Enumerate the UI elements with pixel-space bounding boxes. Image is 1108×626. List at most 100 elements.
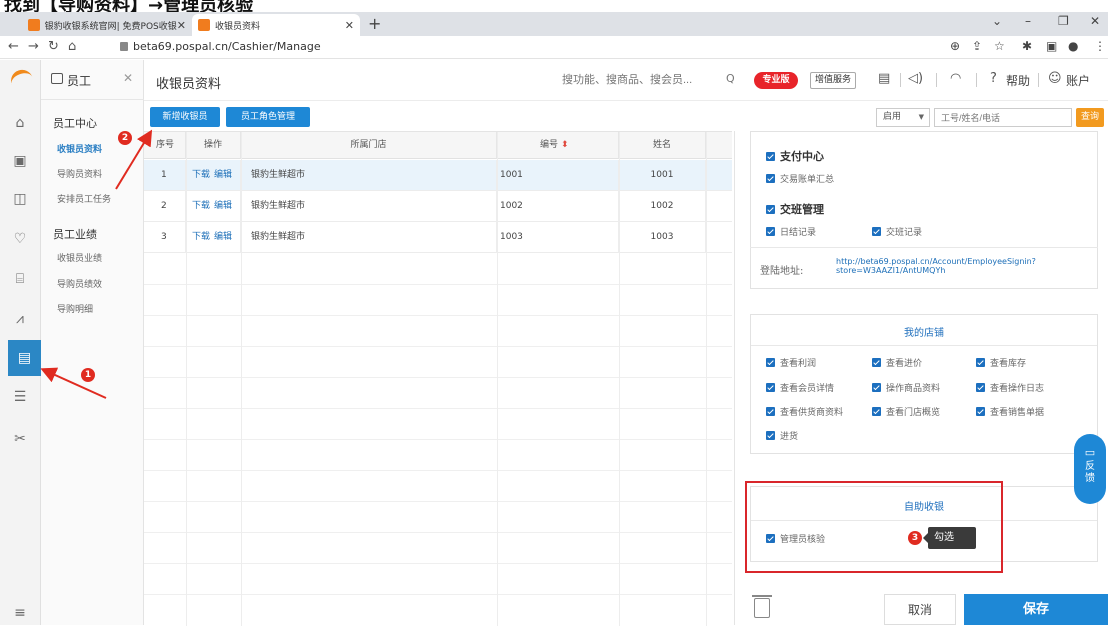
home-nav-icon[interactable]: ⌂ xyxy=(9,112,31,134)
perm-item[interactable]: 操作商品资料 xyxy=(872,381,940,394)
checkbox-checked-icon[interactable] xyxy=(976,407,985,416)
nav-item-cashier-info[interactable]: 收银员资料 xyxy=(57,142,102,155)
nav-item-schedule-tasks[interactable]: 安排员工任务 xyxy=(57,192,111,205)
perm-item[interactable]: 查看库存 xyxy=(976,356,1026,369)
delete-trash-icon[interactable] xyxy=(752,595,772,618)
checkbox-checked-icon[interactable] xyxy=(766,227,775,236)
value-added-services-button[interactable]: 增值服务 xyxy=(810,72,856,89)
close-window-icon[interactable]: ✕ xyxy=(1090,14,1100,28)
profile-icon[interactable]: ● xyxy=(1068,39,1078,53)
status-select[interactable]: 启用 ▼ xyxy=(876,108,930,127)
cashier-nav-icon[interactable]: ▣ xyxy=(9,150,31,172)
back-icon[interactable]: ← xyxy=(8,39,19,54)
tools-nav-icon[interactable]: ✂ xyxy=(9,428,31,450)
perm-pay-summary[interactable]: 交易账单汇总 xyxy=(766,172,834,185)
account-link[interactable]: 账户 xyxy=(1066,72,1090,89)
report-nav-icon[interactable]: ⩘ xyxy=(9,308,31,330)
perm-item[interactable]: 查看进价 xyxy=(872,356,922,369)
employee-search-input[interactable] xyxy=(934,108,1072,127)
minimize-icon[interactable]: – xyxy=(1025,14,1031,28)
bookmark-star-icon[interactable]: ☆ xyxy=(994,39,1005,53)
checkbox-checked-icon[interactable] xyxy=(766,174,775,183)
extensions-icon[interactable]: ✱ xyxy=(1022,39,1032,53)
edit-link[interactable]: 编辑 xyxy=(214,232,232,242)
browser-tab[interactable]: 银豹收银系统官网| 免费POS收银 ✕ xyxy=(22,14,192,36)
sort-icon[interactable]: ⬍ xyxy=(561,140,569,150)
query-button[interactable]: 查询 xyxy=(1076,108,1104,127)
checkbox-checked-icon[interactable] xyxy=(766,358,775,367)
close-tab-icon[interactable]: ✕ xyxy=(345,19,354,32)
perm-item[interactable]: 查看会员详情 xyxy=(766,381,834,394)
download-link[interactable]: 下载 xyxy=(192,201,210,211)
checkbox-checked-icon[interactable] xyxy=(976,383,985,392)
checkbox-checked-icon[interactable] xyxy=(766,431,775,440)
share-icon[interactable]: ⇪ xyxy=(972,39,982,53)
edit-link[interactable]: 编辑 xyxy=(214,170,232,180)
new-tab-icon[interactable]: + xyxy=(368,14,381,33)
table-row[interactable]: 3 下载 编辑 银豹生鲜超市 1003 1003 xyxy=(144,222,732,253)
tab-list-icon[interactable]: ⌄ xyxy=(992,14,1002,28)
checkbox-checked-icon[interactable] xyxy=(872,358,881,367)
global-search-input[interactable] xyxy=(562,70,732,90)
perm-item[interactable]: 查看利润 xyxy=(766,356,816,369)
download-link[interactable]: 下载 xyxy=(192,232,210,242)
perm-pay-center[interactable]: 支付中心 xyxy=(766,148,824,164)
checkbox-checked-icon[interactable] xyxy=(766,205,775,214)
headset-icon[interactable]: ◠ xyxy=(950,71,961,86)
restore-icon[interactable]: ❐ xyxy=(1058,14,1069,28)
perm-item[interactable]: 进货 xyxy=(766,429,798,442)
checkbox-checked-icon[interactable] xyxy=(766,152,775,161)
browser-tab-active[interactable]: 收银员资料 ✕ xyxy=(192,14,360,36)
search-icon[interactable]: Q xyxy=(726,72,735,85)
perm-item[interactable]: 查看门店概览 xyxy=(872,405,940,418)
add-cashier-button[interactable]: 新增收银员 xyxy=(150,107,220,127)
forward-icon[interactable]: → xyxy=(28,39,39,54)
nav-item-guide-performance[interactable]: 导购员绩效 xyxy=(57,277,102,290)
url-field[interactable]: beta69.pospal.cn/Cashier/Manage xyxy=(120,40,321,53)
nav-item-guide-details[interactable]: 导购明细 xyxy=(57,302,93,315)
help-icon[interactable]: ? xyxy=(990,71,997,86)
collapse-nav-icon[interactable]: ≡ xyxy=(9,602,31,624)
download-link[interactable]: 下载 xyxy=(192,170,210,180)
column-header-code[interactable]: 编号 ⬍ xyxy=(497,132,619,159)
sound-icon[interactable]: ◁) xyxy=(908,71,923,86)
menu-kebab-icon[interactable]: ⋮ xyxy=(1094,39,1106,53)
sidebar-icon[interactable]: ▣ xyxy=(1046,39,1057,53)
goods-nav-icon[interactable]: ◫ xyxy=(9,188,31,210)
home-icon[interactable]: ⌂ xyxy=(68,39,76,54)
member-nav-icon[interactable]: ♡ xyxy=(9,228,31,250)
checkbox-checked-icon[interactable] xyxy=(766,383,775,392)
table-row[interactable]: 1 下载 编辑 银豹生鲜超市 1001 1001 xyxy=(144,160,732,191)
help-link[interactable]: 帮助 xyxy=(1006,72,1030,89)
checkbox-checked-icon[interactable] xyxy=(872,407,881,416)
perm-shift-management[interactable]: 交班管理 xyxy=(766,201,824,217)
checkbox-checked-icon[interactable] xyxy=(766,407,775,416)
perm-shift-log[interactable]: 交班记录 xyxy=(872,225,922,238)
checkbox-checked-icon[interactable] xyxy=(976,358,985,367)
role-manage-button[interactable]: 员工角色管理 xyxy=(226,107,310,127)
nav-item-cashier-performance[interactable]: 收银员业绩 xyxy=(57,251,102,264)
perm-item[interactable]: 查看销售单据 xyxy=(976,405,1044,418)
login-url-link[interactable]: http://beta69.pospal.cn/Account/Employee… xyxy=(836,257,1036,275)
checkbox-checked-icon[interactable] xyxy=(872,227,881,236)
close-panel-icon[interactable]: ✕ xyxy=(123,71,133,85)
zoom-icon[interactable]: ⊕ xyxy=(950,39,960,53)
perm-item[interactable]: 查看供货商资料 xyxy=(766,405,843,418)
perm-daily-log[interactable]: 日结记录 xyxy=(766,225,816,238)
edit-link[interactable]: 编辑 xyxy=(214,201,232,211)
perm-item[interactable]: 查看操作日志 xyxy=(976,381,1044,394)
cancel-button[interactable]: 取消 xyxy=(884,594,956,625)
reload-icon[interactable]: ↻ xyxy=(48,39,59,54)
account-icon[interactable]: ☺ xyxy=(1048,71,1062,86)
save-button[interactable]: 保存 xyxy=(964,594,1108,625)
notes-icon[interactable]: ▤ xyxy=(878,71,890,86)
store-nav-icon[interactable]: ⌸ xyxy=(9,268,31,290)
nav-item-guide-info[interactable]: 导购员资料 xyxy=(57,167,102,180)
feedback-button[interactable]: ▭ 反馈 xyxy=(1074,434,1106,504)
table-row[interactable]: 2 下载 编辑 银豹生鲜超市 1002 1002 xyxy=(144,191,732,222)
employee-nav-icon[interactable]: ▤ xyxy=(8,340,41,376)
close-tab-icon[interactable]: ✕ xyxy=(177,19,186,32)
checkbox-checked-icon[interactable] xyxy=(872,383,881,392)
settings-nav-icon[interactable]: ☰ xyxy=(9,386,31,408)
pro-edition-badge[interactable]: 专业版 xyxy=(754,72,798,89)
